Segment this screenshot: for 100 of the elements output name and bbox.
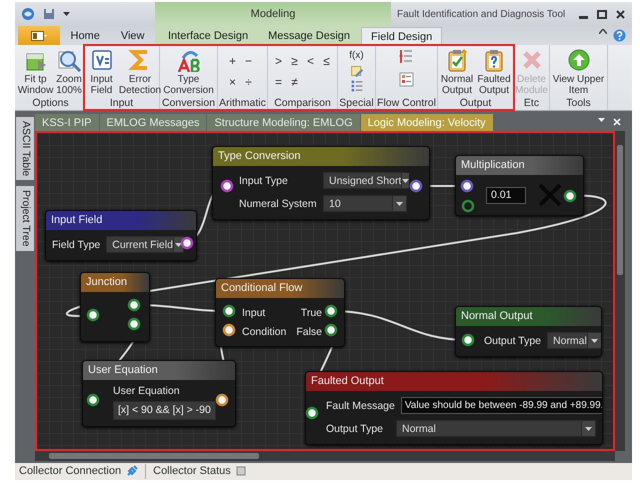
dropdown[interactable]: Current Field bbox=[106, 236, 184, 253]
document-tab[interactable]: Structure Modeling: EMLOG bbox=[207, 114, 360, 131]
scrollbar[interactable] bbox=[615, 131, 625, 451]
operator-button[interactable]: ≥ bbox=[286, 52, 302, 70]
port-icon[interactable] bbox=[222, 324, 236, 336]
caret-icon bbox=[175, 242, 182, 246]
app-logo-icon[interactable] bbox=[21, 7, 35, 21]
field-label: Field Type bbox=[52, 238, 100, 250]
dropdown[interactable]: Unsigned Short bbox=[323, 172, 407, 189]
operator-button[interactable]: < bbox=[302, 52, 318, 70]
port-icon[interactable] bbox=[460, 180, 474, 192]
scrollbar-thumb[interactable] bbox=[49, 453, 259, 459]
group-label: Special bbox=[338, 97, 375, 110]
caret-icon[interactable] bbox=[63, 12, 70, 16]
close-icon[interactable] bbox=[616, 10, 625, 18]
port-icon[interactable] bbox=[220, 180, 234, 192]
operator-button[interactable]: + bbox=[224, 52, 240, 70]
scrollbar[interactable] bbox=[35, 451, 615, 461]
ribbon-tab[interactable]: Field Design bbox=[361, 27, 442, 45]
ribbon-button[interactable]: Zoom 100% bbox=[55, 48, 83, 97]
ribbon-button[interactable]: Fit tp Window bbox=[18, 48, 53, 97]
port-icon[interactable] bbox=[564, 190, 576, 202]
ribbon-button[interactable]: View Upper Item bbox=[552, 48, 606, 97]
context-group-label: Modeling bbox=[155, 2, 391, 26]
ribbon-tab[interactable]: Message Design bbox=[259, 27, 360, 45]
node-title: Multiplication bbox=[456, 156, 583, 175]
operator-button[interactable]: > bbox=[270, 52, 286, 70]
group-label: Comparison bbox=[273, 97, 332, 110]
ribbon-tab[interactable]: Home bbox=[62, 27, 109, 45]
collapse-icon[interactable] bbox=[599, 29, 607, 34]
ribbon-tab[interactable]: View bbox=[112, 27, 154, 45]
port-icon[interactable] bbox=[324, 324, 338, 336]
pencil-icon[interactable] bbox=[350, 64, 364, 78]
port-icon[interactable] bbox=[128, 318, 140, 330]
port-icon[interactable] bbox=[128, 298, 140, 312]
port-icon[interactable] bbox=[306, 406, 318, 420]
save-icon[interactable] bbox=[43, 8, 55, 20]
port-icon[interactable] bbox=[216, 394, 228, 406]
group-label: Tools bbox=[565, 97, 592, 110]
port-icon[interactable] bbox=[86, 394, 100, 406]
operator-button[interactable]: ÷ bbox=[240, 73, 256, 92]
operator-button[interactable]: f(x) bbox=[348, 48, 364, 63]
square-icon bbox=[236, 466, 246, 476]
conversion-icon bbox=[176, 48, 200, 72]
node-title: Type Conversion bbox=[213, 147, 429, 166]
dropdown[interactable]: Normal bbox=[547, 332, 601, 349]
text-field[interactable]: [x] < 90 && [x] > -90 bbox=[113, 401, 216, 420]
document-tab[interactable]: EMLOG Messages bbox=[100, 114, 206, 131]
ribbon-tab[interactable]: Interface Design bbox=[159, 27, 258, 45]
ribbon-button[interactable]: Normal Output bbox=[440, 48, 474, 97]
field-label: Input Type bbox=[239, 174, 289, 186]
caret-icon[interactable] bbox=[598, 118, 605, 122]
caret-icon bbox=[396, 202, 403, 206]
caret-icon bbox=[590, 338, 598, 342]
plug-icon bbox=[126, 465, 138, 478]
list-icon[interactable] bbox=[398, 71, 415, 88]
port-icon[interactable] bbox=[222, 304, 236, 318]
window-icon bbox=[31, 30, 47, 40]
port-label: Input bbox=[242, 306, 266, 321]
app-menu-button[interactable] bbox=[18, 26, 60, 45]
node-title: Faulted Output bbox=[306, 372, 602, 391]
scrollbar-thumb[interactable] bbox=[617, 145, 623, 275]
window-title: Fault Identification and Diagnosis Tool bbox=[396, 8, 566, 20]
port-icon[interactable] bbox=[180, 236, 194, 250]
group-label: Input bbox=[108, 97, 134, 110]
document-tab[interactable]: KSS-I PIP bbox=[35, 114, 99, 131]
form-icon bbox=[90, 48, 114, 72]
node-title: Normal Output bbox=[456, 307, 601, 326]
ribbon-button[interactable]: Type Conversion bbox=[162, 48, 216, 97]
dropdown[interactable]: 10 bbox=[323, 195, 407, 212]
field-label: Output Type bbox=[484, 334, 542, 346]
list-icon[interactable] bbox=[350, 79, 364, 93]
port-icon[interactable] bbox=[324, 304, 338, 318]
caret-icon bbox=[585, 426, 592, 430]
group-label: Etc bbox=[522, 97, 540, 110]
dropdown[interactable]: Normal bbox=[396, 420, 596, 437]
ribbon-button[interactable]: Faulted Output bbox=[476, 48, 512, 97]
side-tab[interactable]: ASCII Table bbox=[16, 117, 34, 180]
ribbon-button[interactable]: Input Field bbox=[84, 48, 119, 97]
side-tab[interactable]: Project Tree bbox=[16, 186, 34, 251]
operator-button[interactable]: − bbox=[240, 52, 256, 70]
maximize-icon[interactable] bbox=[597, 10, 607, 18]
list-icon[interactable] bbox=[398, 48, 415, 65]
port-label: False bbox=[296, 325, 322, 340]
operator-button[interactable]: = bbox=[270, 73, 286, 92]
port-label: True bbox=[300, 306, 322, 321]
operator-button[interactable]: ≤ bbox=[318, 52, 334, 70]
text-field[interactable]: 0.01 bbox=[486, 186, 526, 204]
operator-button[interactable]: × bbox=[224, 73, 240, 92]
ribbon-button[interactable]: Error Detection bbox=[121, 48, 159, 97]
port-label: Condition bbox=[242, 325, 286, 340]
group-label: Conversion bbox=[160, 97, 216, 110]
port-icon[interactable] bbox=[410, 180, 422, 192]
operator-button[interactable]: ≠ bbox=[286, 73, 302, 92]
port-icon[interactable] bbox=[462, 334, 474, 346]
port-icon[interactable] bbox=[86, 308, 100, 322]
caret-icon bbox=[402, 178, 410, 182]
help-icon[interactable] bbox=[613, 29, 626, 42]
field-label: Fault Message bbox=[326, 400, 395, 412]
node-title: Input Field bbox=[46, 211, 196, 230]
